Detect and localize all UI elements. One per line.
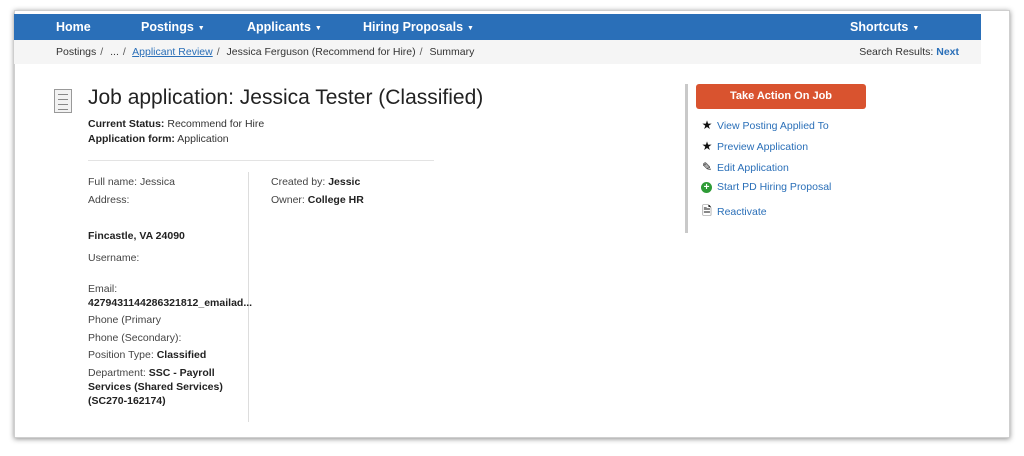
search-results-next-link[interactable]: Next [936,46,959,58]
nav-postings-label: Postings [141,20,194,34]
phone-primary-label: Phone (Primary [88,314,161,326]
star-icon: ★ [701,118,713,132]
owner-field: Owner: College HR [271,194,364,206]
current-status-value: Recommend for Hire [167,118,265,130]
application-form-label: Application form: [88,133,175,145]
position-type-value: Classified [156,349,207,361]
email-value: 4279431144286321812_emailad... [88,297,252,309]
caret-down-icon: ▼ [197,25,205,32]
view-posting-link[interactable]: ★ View Posting Applied To [700,118,829,132]
username-label: Username: [88,252,140,264]
plus-circle-icon: + [701,182,712,193]
breadcrumb-ellipsis[interactable]: ... [110,46,119,58]
nav-hiring-proposals[interactable]: Hiring Proposals ▼ [363,20,474,34]
address-city-value: Fincastle, VA 24090 [88,230,185,242]
created-by-label: Created by: [271,176,326,188]
position-type-field: Position Type: Classified [88,349,206,361]
breadcrumb-applicant: Jessica Ferguson (Recommend for Hire) [226,46,416,58]
edit-application-link[interactable]: ✎ Edit Application [700,160,789,174]
page-title: Job application: Jessica Tester (Classif… [88,86,484,109]
owner-value: College HR [307,194,364,206]
preview-application-link[interactable]: ★ Preview Application [700,139,808,153]
search-results-label: Search Results: [859,46,934,58]
address-label: Address: [88,194,130,206]
document-icon [54,89,72,113]
nav-hiring-proposals-label: Hiring Proposals [363,20,464,34]
application-form: Application form: Application [88,133,229,145]
reactivate-link[interactable]: 🗎 Reactivate [700,202,767,223]
nav-shortcuts-label: Shortcuts [850,20,909,34]
caret-down-icon: ▼ [912,25,920,32]
view-posting-label: View Posting Applied To [717,120,829,132]
current-status: Current Status: Recommend for Hire [88,118,264,130]
actions-side-bar [685,84,688,233]
full-name-label: Full name: [88,176,138,188]
address-city: Fincastle, VA 24090 [88,230,185,242]
nav-applicants-label: Applicants [247,20,311,34]
nav-postings[interactable]: Postings ▼ [141,20,205,34]
edit-icon: ✎ [701,160,713,174]
top-navbar: Home Postings ▼ Applicants ▼ Hiring Propos… [14,14,981,40]
phone-secondary-label: Phone (Secondary): [88,332,182,344]
breadcrumb-postings[interactable]: Postings [56,46,96,58]
reactivate-label: Reactivate [717,206,767,218]
department-label: Department: [88,367,146,379]
nav-applicants[interactable]: Applicants ▼ [247,20,322,34]
full-name-value: Jessica [139,176,175,188]
edit-application-label: Edit Application [717,162,789,174]
application-form-value: Application [177,133,229,145]
breadcrumb-summary: Summary [429,46,475,58]
start-pd-hiring-proposal-link[interactable]: + Start PD Hiring Proposal [700,181,831,193]
email-label: Email: [88,283,118,295]
position-type-label: Position Type: [88,349,154,361]
breadcrumb-applicant-review-link[interactable]: Applicant Review [132,46,213,58]
current-status-label: Current Status: [88,118,165,130]
created-by-field: Created by: Jessic [271,176,360,188]
nav-home[interactable]: Home [56,20,91,34]
take-action-button[interactable]: Take Action On Job Application ▼ [696,84,866,127]
caret-down-icon: ▼ [467,25,474,32]
star-icon: ★ [701,139,713,153]
divider [88,160,434,161]
created-by-value: Jessic [328,176,361,188]
document-icon: 🗎 [702,204,712,218]
breadcrumb: Postings / ... / Applicant Review / Jessica… [14,40,981,64]
caret-down-icon: ▼ [314,25,322,32]
search-results: Search Results: Next [859,46,959,58]
owner-label: Owner: [271,194,305,206]
preview-application-label: Preview Application [717,141,809,153]
department-field: Department: SSC - Payroll Services (Shar… [88,366,228,408]
full-name-field: Full name: Jessica [88,176,175,188]
email-value-text: 4279431144286321812_emailad... [88,297,253,309]
nav-shortcuts[interactable]: Shortcuts ▼ [850,20,919,34]
start-pd-hiring-proposal-label: Start PD Hiring Proposal [717,181,832,193]
